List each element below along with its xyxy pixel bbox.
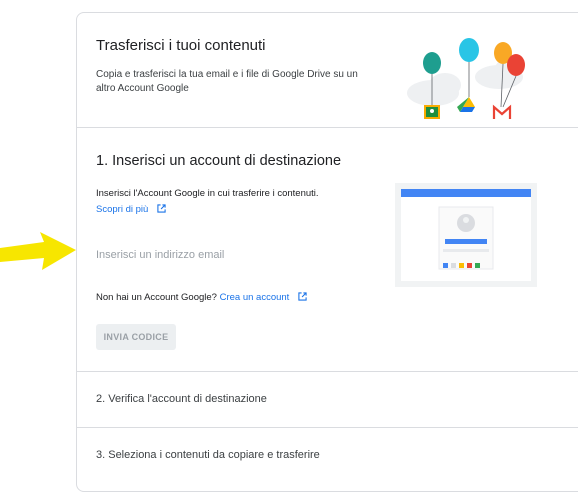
account-illustration <box>395 183 537 287</box>
email-input[interactable]: Inserisci un indirizzo email <box>96 249 224 261</box>
page-title: Trasferisci i tuoi contenuti <box>96 37 266 54</box>
step2-title[interactable]: 2. Verifica l'account di destinazione <box>96 393 267 405</box>
transfer-illustration <box>407 38 525 119</box>
learn-more-link[interactable]: Scopri di più <box>96 204 166 215</box>
no-account-row: Non hai un Account Google? Crea un accou… <box>96 292 307 303</box>
divider <box>77 427 578 428</box>
step3-title[interactable]: 3. Seleziona i contenuti da copiare e tr… <box>96 449 320 461</box>
transfer-card: Trasferisci i tuoi contenuti Copia e tra… <box>76 12 578 492</box>
step1-title: 1. Inserisci un account di destinazione <box>96 153 342 169</box>
highlight-arrow-icon <box>0 232 76 270</box>
send-code-button[interactable]: INVIA CODICE <box>96 324 176 350</box>
divider <box>77 371 578 372</box>
external-link-icon <box>157 204 166 213</box>
card-header: Trasferisci i tuoi contenuti Copia e tra… <box>77 13 578 128</box>
create-account-link[interactable]: Crea un account <box>220 292 290 303</box>
no-account-text: Non hai un Account Google? <box>96 292 217 303</box>
page-description: Copia e trasferisci la tua email e i fil… <box>96 69 358 94</box>
external-link-icon <box>298 292 307 301</box>
learn-more-label: Scopri di più <box>96 204 149 215</box>
step1-description: Inserisci l'Account Google in cui trasfe… <box>96 188 319 199</box>
